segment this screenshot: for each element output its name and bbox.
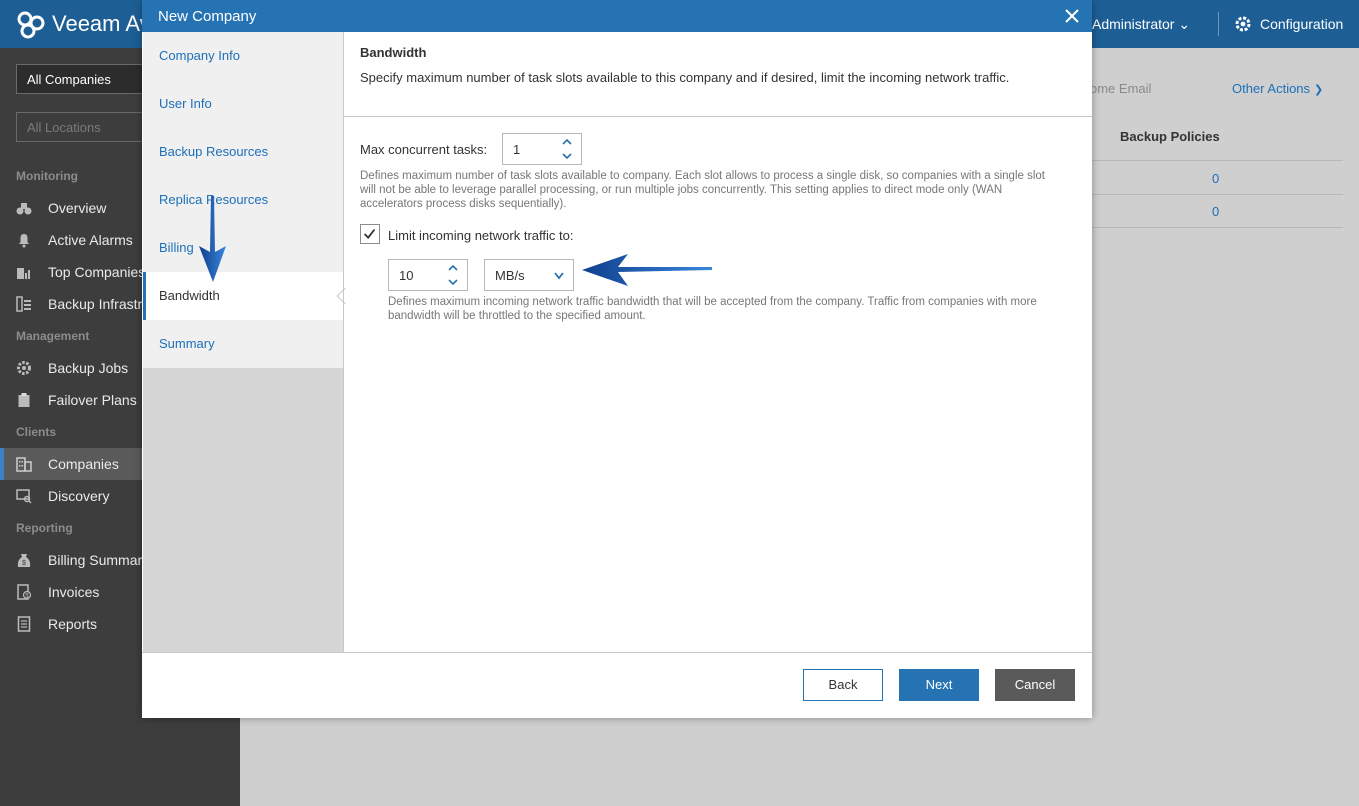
- stepper-arrows-icon[interactable]: [561, 137, 573, 161]
- bandwidth-limit-value: 10: [399, 268, 414, 283]
- checkmark-icon: [363, 228, 376, 239]
- sidebar-item-label: Discovery: [48, 488, 110, 504]
- wizard-step-label: User Info: [159, 96, 212, 111]
- dialog-header: New Company: [142, 0, 1092, 32]
- chevron-down-icon: ❯: [1314, 84, 1324, 96]
- section-management: Management: [16, 329, 90, 343]
- section-description: Specify maximum number of task slots ava…: [360, 70, 1010, 85]
- veeam-logo-icon: [17, 11, 45, 39]
- monitor-search-icon: [16, 489, 32, 504]
- table-divider: [1090, 160, 1343, 161]
- wizard-step-replica-resources[interactable]: Replica Resources: [143, 176, 343, 224]
- dialog-footer-divider: [142, 652, 1092, 653]
- table-cell-backup-policies[interactable]: 0: [1212, 171, 1219, 186]
- section-divider: [344, 116, 1092, 117]
- chevron-down-icon: [554, 272, 564, 280]
- back-button[interactable]: Back: [803, 669, 883, 701]
- max-concurrent-tasks-stepper[interactable]: 1: [502, 133, 582, 165]
- dialog-title: New Company: [158, 8, 257, 25]
- sidebar-item-label: Reports: [48, 616, 98, 632]
- wizard-step-bandwidth[interactable]: Bandwidth: [143, 272, 354, 320]
- user-menu[interactable]: Administrator ⌄: [1092, 16, 1190, 33]
- wizard-nav-filler: [143, 368, 343, 652]
- stepper-arrows-icon[interactable]: [447, 263, 459, 287]
- table-cell-backup-policies[interactable]: 0: [1212, 204, 1219, 219]
- sidebar-item-label: Failover Plans: [48, 392, 137, 408]
- document-icon: [17, 616, 31, 632]
- next-button[interactable]: Next: [899, 669, 979, 701]
- limit-traffic-label[interactable]: Limit incoming network traffic to:: [388, 228, 573, 243]
- table-divider: [1090, 194, 1343, 195]
- sidebar-item-label: Top Companies: [48, 264, 146, 280]
- server-list-icon: [16, 296, 31, 312]
- sidebar-item-label: Billing Summary: [48, 552, 150, 568]
- max-concurrent-tasks-label: Max concurrent tasks:: [360, 142, 488, 157]
- new-company-dialog: New Company Company Info User Info Backu…: [142, 0, 1092, 718]
- sidebar-item-label: Backup Jobs: [48, 360, 129, 376]
- bandwidth-limit-hint: Defines maximum incoming network traffic…: [388, 296, 1037, 322]
- bandwidth-unit-select[interactable]: MB/s: [484, 259, 574, 291]
- column-header-backup-policies: Backup Policies: [1120, 129, 1220, 144]
- sidebar-item-label: Invoices: [48, 584, 100, 600]
- wizard-step-label: Company Info: [159, 48, 240, 63]
- sidebar-item-label: Overview: [48, 200, 107, 216]
- wizard-step-label: Backup Resources: [159, 144, 269, 159]
- wizard-step-company-info[interactable]: Company Info: [143, 32, 343, 80]
- header-divider: [1218, 12, 1219, 36]
- wizard-step-label: Summary: [159, 336, 215, 351]
- wizard-step-user-info[interactable]: User Info: [143, 80, 343, 128]
- section-title: Bandwidth: [360, 45, 427, 60]
- app-title: Veeam Av: [52, 11, 151, 36]
- max-concurrent-tasks-value: 1: [513, 142, 521, 157]
- buildings-icon: [16, 457, 32, 472]
- user-name: Administrator: [1092, 16, 1175, 32]
- bell-icon: [19, 234, 29, 248]
- table-divider: [1090, 227, 1343, 228]
- close-icon[interactable]: [1062, 6, 1082, 26]
- cancel-button[interactable]: Cancel: [995, 669, 1075, 701]
- configuration-link[interactable]: Configuration: [1260, 16, 1343, 32]
- wizard-step-label: Replica Resources: [159, 192, 269, 207]
- svg-text:$: $: [22, 560, 26, 567]
- gear-icon[interactable]: [1234, 15, 1252, 33]
- sidebar-item-label: Companies: [48, 456, 119, 472]
- invoice-icon: $: [17, 584, 32, 600]
- other-actions-label: Other Actions: [1232, 81, 1311, 96]
- wizard-step-billing[interactable]: Billing: [143, 224, 343, 272]
- wizard-step-label: Billing: [159, 240, 194, 255]
- welcome-email-button[interactable]: ome Email: [1090, 81, 1151, 96]
- building-chart-icon: [17, 268, 30, 279]
- wizard-divider: [343, 32, 344, 652]
- section-monitoring: Monitoring: [16, 169, 78, 183]
- money-bag-icon: $: [17, 554, 31, 567]
- sidebar-item-label: Backup Infrastr: [48, 296, 143, 312]
- gear-jobs-icon: [17, 361, 31, 375]
- section-reporting: Reporting: [16, 521, 73, 535]
- limit-traffic-checkbox[interactable]: [360, 224, 380, 244]
- wizard-step-label: Bandwidth: [159, 288, 220, 303]
- wizard-step-backup-resources[interactable]: Backup Resources: [143, 128, 343, 176]
- clipboard-icon: [18, 393, 30, 407]
- other-actions-menu[interactable]: Other Actions ❯: [1232, 81, 1323, 96]
- wizard-steps: Company Info User Info Backup Resources …: [143, 32, 354, 652]
- wizard-step-summary[interactable]: Summary: [143, 320, 343, 368]
- active-step-notch: [336, 287, 354, 305]
- bandwidth-unit-value: MB/s: [495, 268, 525, 283]
- chevron-down-icon: ⌄: [1178, 16, 1191, 32]
- section-clients: Clients: [16, 425, 57, 439]
- binoculars-icon: [16, 203, 32, 215]
- max-concurrent-tasks-hint: Defines maximum number of task slots ava…: [360, 170, 1045, 210]
- sidebar-item-label: Active Alarms: [48, 232, 133, 248]
- bandwidth-limit-stepper[interactable]: 10: [388, 259, 468, 291]
